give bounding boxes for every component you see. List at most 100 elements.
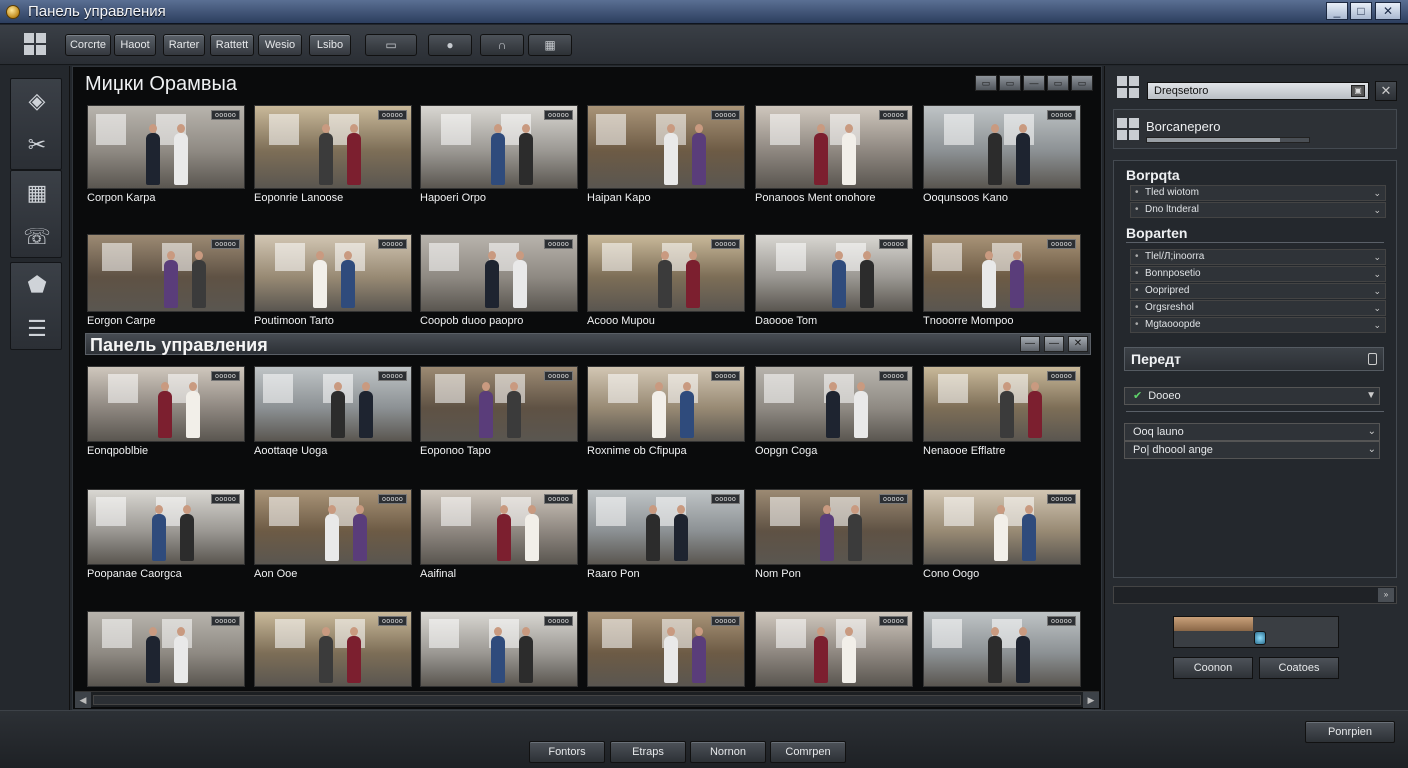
thumbnail-image[interactable]: ooooo [420,234,578,312]
section-close-button[interactable]: ✕ [1068,336,1088,352]
panel-layout-icon[interactable] [1117,76,1139,98]
color-slider-knob[interactable] [1253,631,1266,645]
view-filter-icon[interactable]: ▭ [1047,75,1069,91]
toolbar-button-1[interactable]: Corcrte [65,34,111,56]
thumbnail-image[interactable]: ooooo [755,366,913,442]
thumbnail-card[interactable]: ooooo Aoottaqe Uoga [254,366,412,457]
thumbnail-image[interactable]: ooooo [587,234,745,312]
statusbar-button-1[interactable]: Fontors [529,741,605,763]
thumbnail-card[interactable]: ooooo Raaro Pon [587,489,745,580]
thumbnail-card[interactable]: ooooo Ooqunsoos Kano [923,105,1081,204]
thumbnail-image[interactable]: ooooo [420,366,578,442]
thumbnail-image[interactable]: ooooo [87,366,245,442]
search-field[interactable]: Dreqsetoro ▣ [1147,82,1369,100]
minimize-button[interactable]: _ [1326,2,1348,20]
dropdown-1[interactable]: Ooq launo ⌄ [1124,423,1380,441]
thumbnail-card[interactable]: ooooo [87,611,245,690]
thumbnail-image[interactable]: ooooo [254,234,412,312]
minimize-panel-icon[interactable]: — [1023,75,1045,91]
thumbnail-card[interactable]: ooooo Eoponoo Tapo [420,366,578,457]
thumbnail-image[interactable]: ooooo [87,611,245,687]
thumbnail-card[interactable]: ooooo Nom Pon [755,489,913,580]
dropdown-2[interactable]: Po| dhoool ange ⌄ [1124,441,1380,459]
monitor-icon[interactable]: ▭ [365,34,417,56]
scroll-end-icon[interactable]: » [1378,588,1394,602]
view-detail-icon[interactable]: ▭ [999,75,1021,91]
thumbnail-image[interactable]: ooooo [923,489,1081,565]
view-options-icon[interactable]: ▭ [1071,75,1093,91]
circle-icon[interactable]: ● [428,34,472,56]
panel-button-left[interactable]: Coonon [1173,657,1253,679]
thumbnail-image[interactable]: ooooo [420,489,578,565]
thumbnail-image[interactable]: ooooo [254,489,412,565]
thumbnail-image[interactable]: ooooo [755,234,913,312]
thumbnail-card[interactable]: ooooo Eorgon Carpe [87,234,245,327]
thumbnail-image[interactable]: ooooo [254,105,412,189]
thumbnail-card[interactable]: ooooo Poutimoon Tarto [254,234,412,327]
thumbnail-image[interactable]: ooooo [254,611,412,687]
thumbnail-image[interactable]: ooooo [254,366,412,442]
thumbnail-card[interactable]: ooooo Hapoeri Orpo [420,105,578,204]
thumbnail-card[interactable]: ooooo Ponanoos Ment onohore [755,105,913,204]
thumbnail-card[interactable]: ooooo Acooo Mupou [587,234,745,327]
toolbar-button-2[interactable]: Haoot [114,34,156,56]
search-options-icon[interactable]: ▣ [1351,85,1365,97]
checked-dropdown[interactable]: ✔ Dooeo ▼ [1124,387,1380,405]
grid-view-icon[interactable] [24,33,46,55]
film-icon[interactable]: ▦ [528,34,572,56]
tag-icon[interactable]: ◈ [11,79,63,123]
thumbnail-card[interactable]: ooooo Eonqpoblbie [87,366,245,457]
thumbnail-card[interactable]: ooooo Daoooe Tom [755,234,913,327]
statusbar-button-3[interactable]: Nornon [690,741,766,763]
toolbar-button-5[interactable]: Wesio [258,34,302,56]
section2-option-1[interactable]: Tlel/Л;inoorra⌄ [1130,249,1386,265]
phone-icon[interactable]: ☏ [11,215,63,259]
section2-option-2[interactable]: Bonnposetio⌄ [1130,266,1386,282]
tools-icon[interactable]: ✂ [11,123,63,167]
thumbnail-card[interactable]: ooooo Aaifinal [420,489,578,580]
toolbar-button-6[interactable]: Lsibo [309,34,351,56]
thumbnail-card[interactable]: ooooo [587,611,745,690]
thumbnail-image[interactable]: ooooo [87,234,245,312]
thumbnail-card[interactable]: ooooo Eoponrie Lanoose [254,105,412,204]
panel-close-button[interactable]: ✕ [1375,81,1397,101]
close-button[interactable]: ✕ [1375,2,1401,20]
list-icon[interactable]: ☰ [11,307,63,351]
thumbnail-card[interactable]: ooooo [420,611,578,690]
headset-icon[interactable]: ∩ [480,34,524,56]
horizontal-scrollbar[interactable]: ◀ ▶ [75,691,1099,708]
thumbnail-card[interactable]: ooooo Roxnime ob Cfipupa [587,366,745,457]
statusbar-button-2[interactable]: Etraps [610,741,686,763]
maximize-button[interactable]: □ [1350,2,1372,20]
thumbnail-image[interactable]: ooooo [923,234,1081,312]
scroll-track[interactable] [93,695,1081,705]
thumbnail-image[interactable]: ooooo [755,105,913,189]
thumbnail-card[interactable]: ooooo Nenaooe Efflatre [923,366,1081,457]
toolbar-button-4[interactable]: Rattett [210,34,254,56]
thumbnail-card[interactable]: ooooo Tnooorre Mompoo [923,234,1081,327]
thumbnail-card[interactable]: ooooo Cono Oogo [923,489,1081,580]
expand-icon[interactable] [1368,353,1377,365]
section1-option-1[interactable]: Tled wiotom⌄ [1130,185,1386,201]
panel-button-right[interactable]: Coatoes [1259,657,1339,679]
statusbar-button-4[interactable]: Comrpen [770,741,846,763]
thumbnail-image[interactable]: ooooo [587,366,745,442]
thumbnail-image[interactable]: ooooo [587,611,745,687]
thumbnail-card[interactable]: ooooo Corpon Karpa [87,105,245,204]
thumbnail-card[interactable]: ooooo Poopanae Caorgca [87,489,245,580]
section-restore-button[interactable]: — [1044,336,1064,352]
thumbnail-image[interactable]: ooooo [420,105,578,189]
section2-option-4[interactable]: Orgsreshol⌄ [1130,300,1386,316]
thumbnail-image[interactable]: ooooo [755,611,913,687]
layout-icon[interactable]: ▦ [11,171,63,215]
shield-icon[interactable]: ⬟ [11,263,63,307]
section2-option-5[interactable]: Mgtaooopde⌄ [1130,317,1386,333]
thumbnail-card[interactable]: ooooo Coopob duoo paopro [420,234,578,327]
view-list-icon[interactable]: ▭ [975,75,997,91]
thumbnail-image[interactable]: ooooo [87,489,245,565]
scroll-right-icon[interactable]: ▶ [1083,692,1099,708]
section-minimize-button[interactable]: — [1020,336,1040,352]
thumbnail-image[interactable]: ooooo [587,489,745,565]
peredi-header[interactable]: Передт [1124,347,1384,371]
thumbnail-image[interactable]: ooooo [923,611,1081,687]
